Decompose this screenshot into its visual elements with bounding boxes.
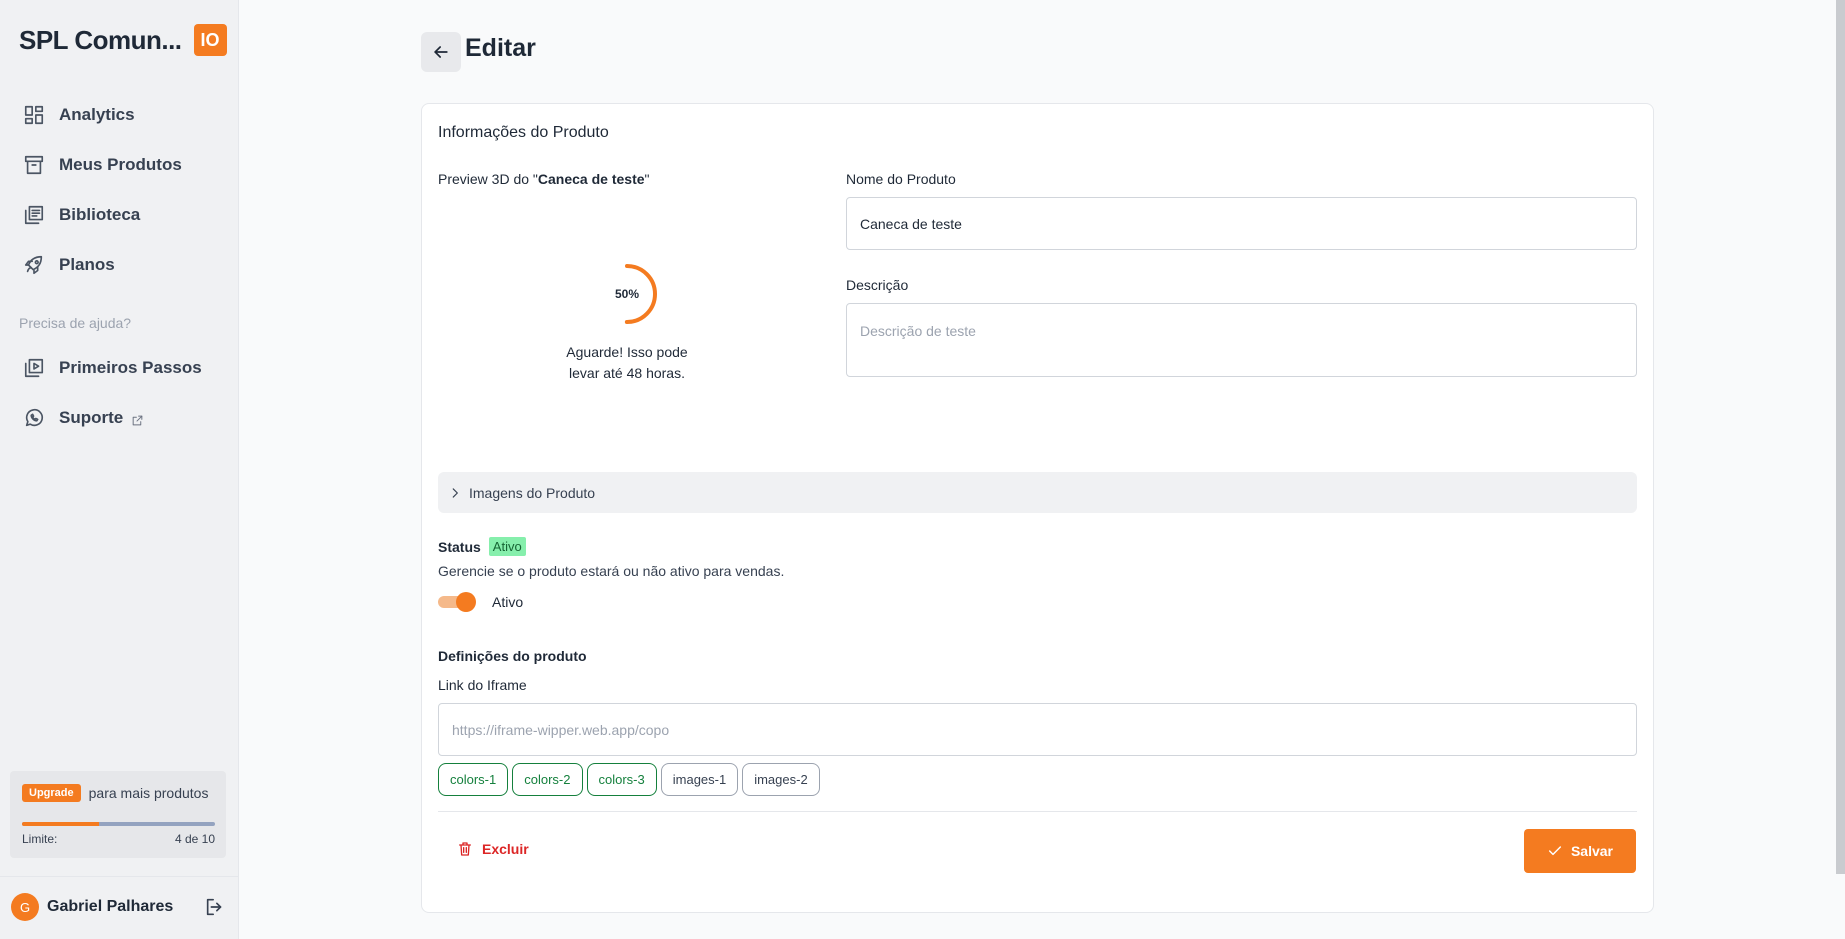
dashboard-icon bbox=[22, 103, 46, 127]
status-badge: Ativo bbox=[488, 537, 526, 556]
user-name: Gabriel Palhares bbox=[47, 898, 174, 915]
name-label: Nome do Produto bbox=[846, 171, 956, 187]
video-library-icon bbox=[22, 356, 46, 380]
toggle-knob bbox=[456, 592, 476, 612]
preview-product-name: Caneca de teste bbox=[537, 171, 645, 187]
save-label: Salvar bbox=[1570, 843, 1614, 859]
product-images-accordion[interactable]: Imagens do Produto bbox=[438, 472, 1637, 513]
definitions-title: Definições do produto bbox=[438, 648, 587, 664]
preview-suffix: " bbox=[644, 171, 650, 187]
delete-label: Excluir bbox=[482, 841, 529, 857]
brand-name: SPL Comun... bbox=[19, 24, 182, 55]
sidebar-item-biblioteca[interactable]: Biblioteca bbox=[22, 200, 140, 230]
whatsapp-icon bbox=[22, 406, 46, 430]
description-textarea[interactable]: Descrição de teste bbox=[846, 303, 1637, 377]
archive-icon bbox=[22, 153, 46, 177]
save-button[interactable]: Salvar bbox=[1524, 829, 1636, 873]
upgrade-button[interactable]: Upgrade bbox=[22, 784, 81, 802]
page-scrollbar[interactable] bbox=[1836, 0, 1845, 874]
toggle-label: Ativo bbox=[492, 594, 524, 610]
back-button[interactable] bbox=[421, 32, 461, 72]
logout-icon[interactable] bbox=[204, 896, 226, 918]
status-header: Status Ativo bbox=[438, 537, 526, 556]
chevron-right-icon bbox=[448, 486, 462, 500]
plan-usage-box: Upgrade para mais produtos Limite: 4 de … bbox=[10, 771, 226, 858]
sidebar-item-label: Analytics bbox=[59, 105, 135, 124]
limit-progress-bar bbox=[22, 822, 215, 826]
upgrade-text: para mais produtos bbox=[88, 785, 209, 801]
trash-icon bbox=[459, 842, 471, 856]
sidebar-divider bbox=[0, 876, 239, 877]
tag-chip[interactable]: colors-1 bbox=[438, 763, 509, 796]
product-info-card: Informações do Produto Preview 3D do "Ca… bbox=[421, 103, 1654, 913]
sidebar-item-suporte[interactable]: Suporte bbox=[22, 403, 144, 433]
external-link-icon bbox=[131, 412, 144, 425]
wait-message: Aguarde! Isso pode levar até 48 horas. bbox=[542, 342, 712, 384]
progress-percent: 50% bbox=[614, 287, 640, 301]
preview-label: Preview 3D do "Caneca de teste" bbox=[438, 171, 650, 187]
tag-chip[interactable]: images-1 bbox=[660, 763, 739, 796]
status-toggle[interactable] bbox=[438, 592, 476, 612]
brand-badge: IO bbox=[193, 24, 227, 56]
sidebar-item-label: Primeiros Passos bbox=[59, 358, 202, 377]
sidebar-item-primeiros-passos[interactable]: Primeiros Passos bbox=[22, 353, 202, 383]
limit-label: Limite: bbox=[22, 832, 58, 846]
check-icon bbox=[1548, 846, 1562, 856]
preview-progress: 50% bbox=[595, 262, 659, 326]
arrow-left-icon bbox=[434, 46, 448, 58]
tag-chip[interactable]: colors-2 bbox=[512, 763, 583, 796]
description-label: Descrição bbox=[846, 277, 909, 293]
sidebar-item-analytics[interactable]: Analytics bbox=[22, 100, 135, 130]
wait-line-1: Aguarde! Isso pode bbox=[566, 344, 688, 360]
help-section-label: Precisa de ajuda? bbox=[19, 315, 132, 331]
tag-chip[interactable]: colors-3 bbox=[586, 763, 657, 796]
sidebar-item-label: Biblioteca bbox=[59, 205, 141, 224]
rocket-icon bbox=[22, 253, 46, 277]
card-title: Informações do Produto bbox=[438, 124, 609, 141]
sidebar-item-label: Planos bbox=[59, 255, 115, 274]
accordion-label: Imagens do Produto bbox=[469, 484, 596, 501]
limit-value: 4 de 10 bbox=[174, 832, 215, 846]
sidebar-item-meus-produtos[interactable]: Meus Produtos bbox=[22, 150, 182, 180]
sidebar: SPL Comun... IO Analytics Meus Produtos … bbox=[0, 0, 239, 939]
delete-button[interactable]: Excluir bbox=[457, 841, 529, 857]
page-title: Editar bbox=[465, 34, 536, 62]
iframe-link-input[interactable]: https://iframe-wipper.web.app/copo bbox=[438, 703, 1637, 756]
sidebar-item-planos[interactable]: Planos bbox=[22, 250, 115, 280]
avatar: G bbox=[11, 893, 39, 921]
iframe-label: Link do Iframe bbox=[438, 677, 527, 693]
product-name-input[interactable]: Caneca de teste bbox=[846, 197, 1637, 250]
sidebar-item-label: Suporte bbox=[59, 408, 124, 427]
brand[interactable]: SPL Comun... IO bbox=[19, 24, 227, 56]
user-profile[interactable]: G Gabriel Palhares bbox=[11, 892, 226, 922]
sidebar-item-label: Meus Produtos bbox=[59, 155, 182, 174]
tag-chip[interactable]: images-2 bbox=[742, 763, 820, 796]
status-description: Gerencie se o produto estará ou não ativ… bbox=[438, 563, 785, 579]
iframe-tags: colors-1 colors-2 colors-3 images-1 imag… bbox=[438, 763, 824, 796]
preview-prefix: Preview 3D do " bbox=[438, 171, 538, 187]
wait-line-2: levar até 48 horas. bbox=[569, 365, 685, 381]
status-toggle-row: Ativo bbox=[438, 592, 523, 612]
card-divider bbox=[438, 811, 1637, 812]
upgrade-row: Upgrade para mais produtos bbox=[22, 784, 208, 802]
library-icon bbox=[22, 203, 46, 227]
limit-progress-fill bbox=[22, 822, 100, 826]
status-label: Status bbox=[438, 538, 481, 555]
